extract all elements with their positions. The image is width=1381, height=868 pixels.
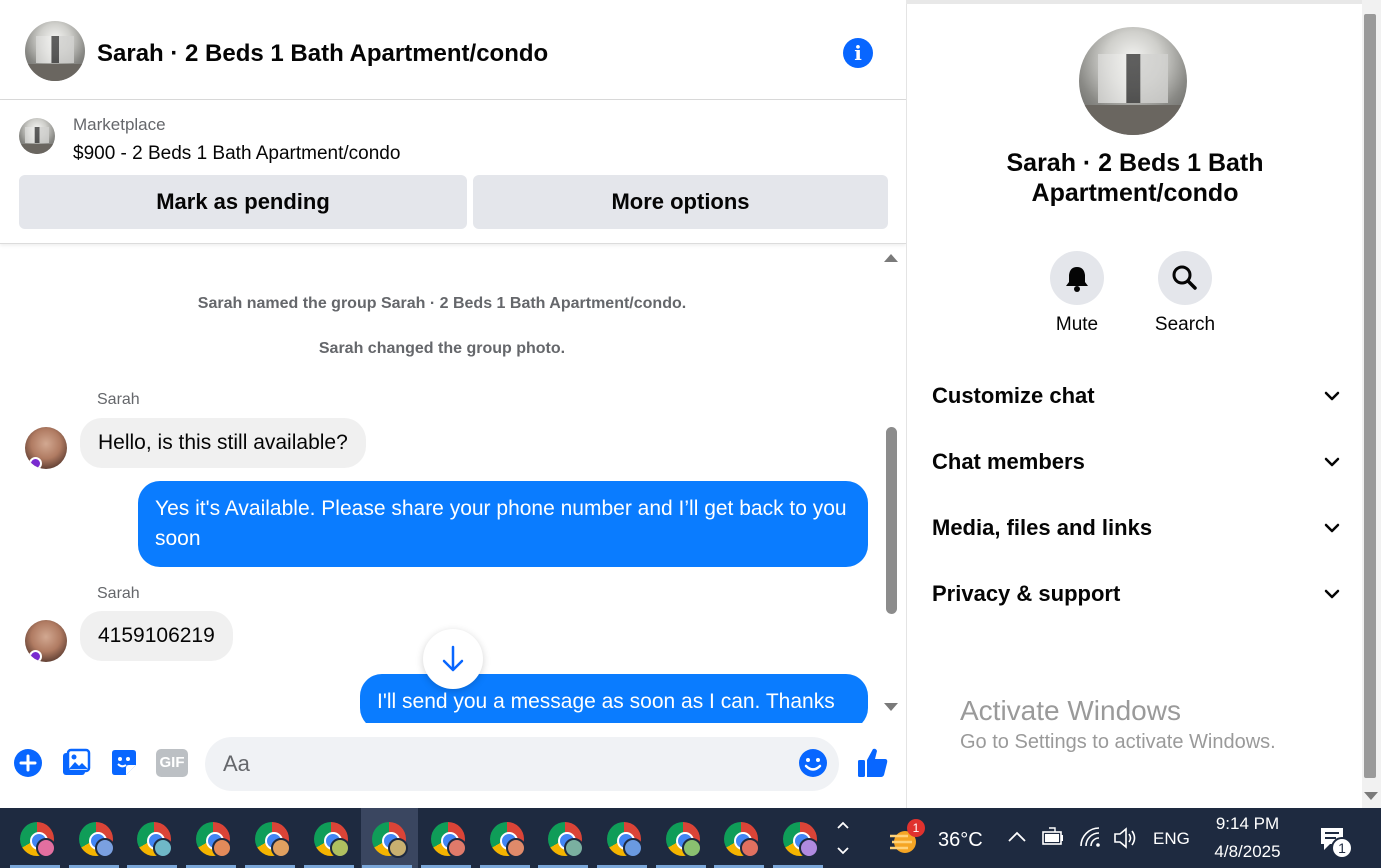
profile-icon (94, 838, 115, 858)
taskbar-chrome-app[interactable] (769, 808, 827, 868)
volume-icon[interactable] (1112, 825, 1138, 851)
info-icon[interactable]: i (843, 38, 873, 68)
listing-title[interactable]: $900 - 2 Beds 1 Bath Apartment/condo (73, 143, 400, 165)
profile-icon (153, 838, 174, 858)
chat-info-sidebar: Sarah · 2 Beds 1 Bath Apartment/condo Mu… (906, 4, 1362, 808)
chevron-down-icon (1324, 589, 1340, 599)
taskbar-chrome-app[interactable] (358, 808, 416, 868)
sender-avatar[interactable] (25, 427, 67, 469)
clock-time[interactable]: 9:14 PM (1200, 814, 1295, 834)
chevron-down-icon (1324, 523, 1340, 533)
sticker-icon[interactable] (108, 747, 140, 779)
group-avatar[interactable] (25, 21, 85, 81)
scroll-up-arrow[interactable] (884, 254, 898, 262)
profile-icon (36, 838, 56, 858)
section-chat-members[interactable]: Chat members (932, 442, 1340, 482)
watermark-subtitle: Go to Settings to activate Windows. (960, 731, 1276, 753)
watermark-title: Activate Windows (960, 695, 1181, 726)
taskbar-chrome-app[interactable] (241, 808, 299, 868)
taskbar-scroll-arrows[interactable] (835, 816, 851, 860)
taskbar-chrome-app[interactable] (6, 808, 64, 868)
mute-label: Mute (1055, 314, 1099, 335)
photo-icon[interactable] (60, 747, 92, 779)
taskbar-chrome-app[interactable] (300, 808, 358, 868)
taskbar-chrome-app[interactable] (476, 808, 534, 868)
bell-icon (1066, 267, 1088, 292)
taskbar-chrome-app[interactable] (123, 808, 181, 868)
search-button[interactable] (1158, 251, 1212, 305)
sender-name: Sarah (97, 391, 140, 408)
profile-icon (799, 838, 820, 858)
taskbar-chrome-app[interactable] (710, 808, 768, 868)
profile-icon (270, 838, 291, 858)
thumbs-up-icon[interactable] (855, 745, 891, 781)
sender-avatar[interactable] (25, 620, 67, 662)
battery-icon[interactable] (1040, 826, 1066, 848)
section-media-files-links[interactable]: Media, files and links (932, 508, 1340, 548)
arrow-down-icon (442, 645, 464, 672)
message-input[interactable] (205, 737, 839, 791)
chevron-down-icon (1324, 391, 1340, 401)
taskbar-chrome-app[interactable] (534, 808, 592, 868)
taskbar-chrome-app[interactable] (182, 808, 240, 868)
outgoing-message[interactable]: Yes it's Available. Please share your ph… (138, 481, 868, 567)
profile-icon (446, 838, 467, 858)
page-scrollbar-thumb[interactable] (1364, 14, 1376, 778)
gif-icon[interactable]: GIF (156, 749, 188, 777)
activate-windows-watermark: Activate Windows Go to Settings to activ… (960, 694, 1276, 756)
search-label: Search (1154, 314, 1216, 335)
windows-taskbar: 1 36°C ENG 9:14 PM 4/8/2025 1 (0, 808, 1381, 868)
chat-panel: Sarah · 2 Beds 1 Bath Apartment/condo i … (0, 0, 906, 808)
section-label: Customize chat (932, 383, 1095, 408)
profile-icon (740, 838, 761, 858)
page-scroll-down-arrow[interactable] (1364, 792, 1378, 800)
profile-icon (212, 838, 233, 858)
language-indicator[interactable]: ENG (1153, 829, 1190, 849)
profile-icon (329, 838, 350, 858)
taskbar-chrome-app[interactable] (652, 808, 710, 868)
sender-name: Sarah (97, 585, 140, 602)
marketplace-label: Marketplace (73, 115, 166, 134)
section-label: Privacy & support (932, 581, 1121, 606)
profile-icon (681, 838, 702, 858)
more-options-button[interactable]: More options (473, 175, 888, 229)
mark-as-pending-button[interactable]: Mark as pending (19, 175, 467, 229)
profile-icon (505, 838, 526, 858)
clock-date[interactable]: 4/8/2025 (1200, 842, 1295, 862)
weather-badge: 1 (907, 819, 925, 837)
scroll-to-bottom-button[interactable] (423, 629, 483, 689)
marketplace-banner: Marketplace $900 - 2 Beds 1 Bath Apartme… (0, 100, 906, 244)
incoming-message[interactable]: 4159106219 (80, 611, 233, 661)
chevron-down-icon (1324, 457, 1340, 467)
chat-header: Sarah · 2 Beds 1 Bath Apartment/condo i (0, 4, 906, 100)
message-scrollbar-thumb[interactable] (886, 427, 897, 614)
profile-icon (388, 838, 409, 858)
chat-title[interactable]: Sarah · 2 Beds 1 Bath Apartment/condo (97, 40, 548, 68)
section-label: Media, files and links (932, 515, 1153, 540)
wifi-icon[interactable] (1077, 824, 1103, 850)
taskbar-chrome-app[interactable] (65, 808, 123, 868)
section-label: Chat members (932, 449, 1085, 474)
section-privacy-support[interactable]: Privacy & support (932, 574, 1340, 614)
section-customize-chat[interactable]: Customize chat (932, 376, 1340, 416)
temperature[interactable]: 36°C (938, 829, 983, 852)
emoji-icon[interactable] (797, 747, 829, 779)
profile-icon (623, 838, 643, 858)
sidebar-title: Sarah · 2 Beds 1 Bath Apartment/condo (1006, 149, 1264, 207)
sidebar-group-avatar[interactable] (1079, 27, 1187, 135)
incoming-message[interactable]: Hello, is this still available? (80, 418, 366, 468)
taskbar-chrome-app[interactable] (417, 808, 475, 868)
search-icon (1172, 265, 1197, 290)
message-composer: GIF (0, 723, 906, 808)
system-message: Sarah named the group Sarah · 2 Beds 1 B… (197, 295, 687, 312)
taskbar-chrome-app[interactable] (593, 808, 651, 868)
notification-count: 1 (1331, 837, 1353, 859)
listing-thumbnail[interactable] (19, 118, 55, 154)
plus-circle-icon[interactable] (12, 747, 44, 779)
chevron-up-icon[interactable] (1006, 828, 1028, 846)
scroll-down-arrow[interactable] (884, 703, 898, 711)
mute-button[interactable] (1050, 251, 1104, 305)
profile-icon (564, 838, 585, 858)
system-message: Sarah changed the group photo. (318, 340, 566, 357)
